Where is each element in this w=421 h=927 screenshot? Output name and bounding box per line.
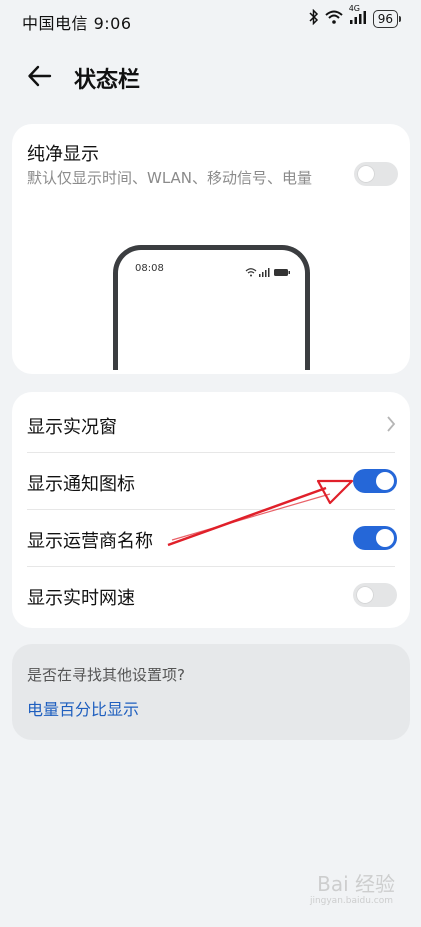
page-title: 状态栏 [74, 68, 141, 93]
arrow-left-icon [28, 65, 52, 87]
preview-status-icons [245, 262, 291, 281]
title-bar: 状态栏 [0, 52, 421, 102]
settings-row-network-speed: 显示实时网速 [12, 567, 410, 623]
carrier-name-label: 显示运营商名称 [27, 531, 153, 552]
watermark-logo: Bai 经验 [317, 872, 395, 896]
notification-icons-label: 显示通知图标 [27, 474, 135, 495]
back-button[interactable] [26, 62, 54, 90]
live-window-label: 显示实况窗 [27, 417, 117, 438]
carrier-name-toggle[interactable] [353, 526, 397, 550]
wifi-icon [325, 10, 343, 28]
signal-icon: 4G [349, 4, 367, 28]
watermark-url: jingyan.baidu.com [309, 896, 393, 906]
battery-percentage-link[interactable]: 电量百分比显示 [27, 696, 139, 720]
bluetooth-icon [309, 8, 319, 29]
status-icons: 4G 96 [309, 4, 401, 29]
carrier-time: 中国电信 9:06 [22, 14, 132, 33]
pure-display-card: 纯净显示 默认仅显示时间、WLAN、移动信号、电量 08:08 [12, 124, 410, 374]
settings-list-card: 显示实况窗 显示通知图标 显示运营商名称 显示实时网速 [12, 392, 410, 628]
phone-preview: 08:08 [113, 245, 310, 370]
settings-row-notification-icons: 显示通知图标 [12, 453, 410, 509]
pure-display-description: 默认仅显示时间、WLAN、移动信号、电量 [27, 169, 313, 187]
battery-icon: 96 [372, 10, 398, 28]
suggestion-card: 是否在寻找其他设置项? 电量百分比显示 [12, 644, 410, 740]
notification-icons-toggle[interactable] [353, 469, 397, 493]
network-type-label: 4G [348, 4, 361, 13]
pure-display-title: 纯净显示 [27, 144, 99, 165]
settings-row-live-window[interactable]: 显示实况窗 [12, 396, 410, 452]
suggestion-question: 是否在寻找其他设置项? [27, 666, 185, 684]
chevron-right-icon [386, 414, 396, 438]
pure-display-toggle[interactable] [354, 162, 398, 186]
network-speed-toggle[interactable] [353, 583, 397, 607]
preview-time: 08:08 [135, 263, 164, 274]
battery-cap [399, 16, 401, 22]
settings-row-carrier-name: 显示运营商名称 [12, 510, 410, 566]
status-bar: 中国电信 9:06 4G 96 [0, 0, 421, 42]
network-speed-label: 显示实时网速 [27, 588, 135, 609]
